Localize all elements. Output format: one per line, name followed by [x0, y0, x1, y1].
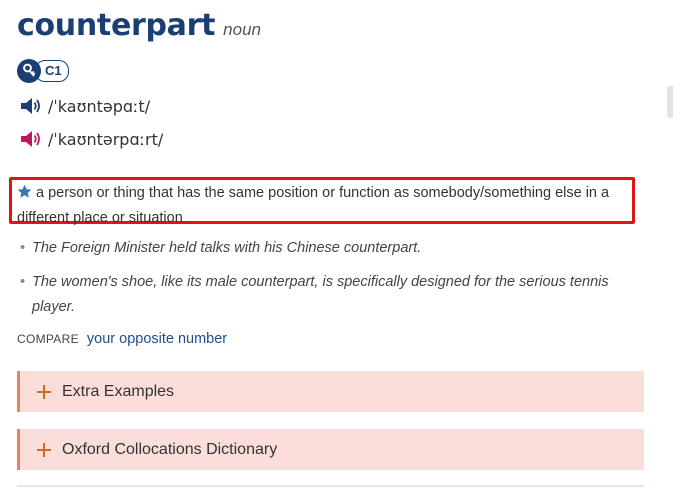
- section-label: Extra Examples: [62, 382, 175, 400]
- plus-icon: [37, 384, 51, 399]
- plus-icon: [37, 442, 51, 457]
- compare-row: COMPARE your opposite number: [17, 331, 227, 347]
- headword: counterpart: [17, 8, 216, 43]
- extra-examples-toggle[interactable]: Extra Examples: [17, 371, 644, 412]
- pronunciation-british: /ˈkaʊntəpɑːt/: [20, 96, 150, 116]
- oxford-key-icon: [17, 59, 41, 83]
- pronunciation-american: /ˈkaʊntərpɑːrt/: [20, 129, 163, 149]
- example-text: The Foreign Minister held talks with his…: [32, 240, 422, 256]
- collocations-toggle[interactable]: Oxford Collocations Dictionary: [17, 429, 644, 470]
- ipa-british: /ˈkaʊntəpɑːt/: [48, 96, 151, 116]
- definition: a person or thing that has the same posi…: [17, 181, 637, 231]
- example-text: The women's shoe, like its male counterp…: [32, 274, 609, 315]
- bullet-icon: •: [20, 240, 26, 256]
- level-badges[interactable]: C1: [17, 59, 69, 83]
- definition-text: a person or thing that has the same posi…: [17, 185, 610, 226]
- compare-link[interactable]: your opposite number: [87, 331, 227, 347]
- example-item: • The Foreign Minister held talks with h…: [20, 236, 635, 261]
- speaker-icon[interactable]: [20, 96, 42, 116]
- part-of-speech: noun: [223, 20, 261, 39]
- speaker-icon[interactable]: [20, 129, 42, 149]
- star-icon: [17, 184, 32, 198]
- scrollbar-thumb[interactable]: [667, 86, 673, 118]
- example-item: • The women's shoe, like its male counte…: [20, 270, 635, 320]
- compare-label: COMPARE: [17, 332, 79, 346]
- section-label: Oxford Collocations Dictionary: [62, 440, 278, 458]
- ipa-american: /ˈkaʊntərpɑːrt/: [48, 129, 164, 149]
- divider: [17, 485, 644, 487]
- entry-header: counterpart noun: [17, 8, 261, 43]
- bullet-icon: •: [20, 274, 26, 290]
